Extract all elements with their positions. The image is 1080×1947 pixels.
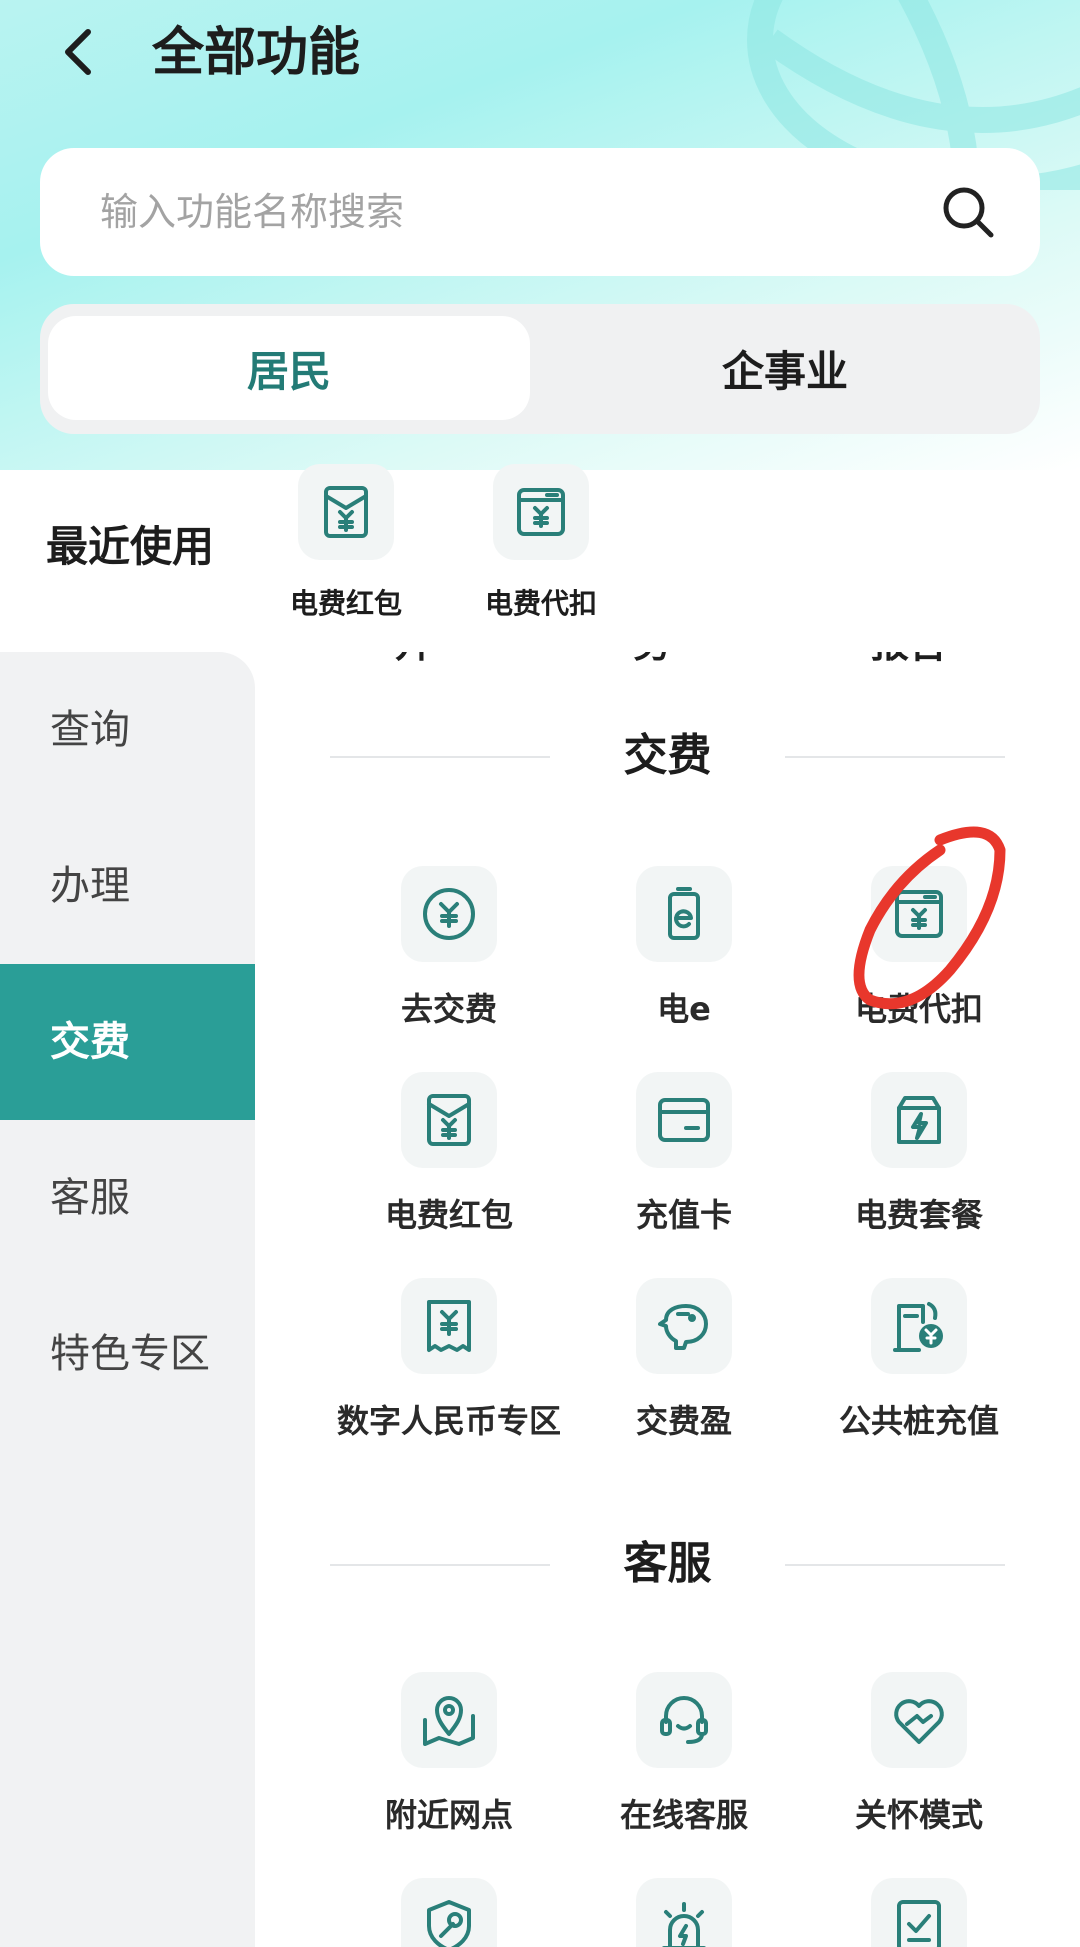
map-pin-icon bbox=[423, 1696, 475, 1746]
sidebar-item-query[interactable]: 查询 bbox=[0, 652, 255, 808]
clipped-label: 升 bbox=[395, 652, 433, 666]
page-title: 全部功能 bbox=[152, 23, 361, 83]
yuan-coin-icon bbox=[423, 888, 475, 940]
red-packet-icon bbox=[324, 486, 368, 538]
auto-deduct-icon bbox=[517, 488, 565, 536]
receipt-yuan-icon bbox=[427, 1300, 471, 1352]
sidebar-item-customer-service[interactable]: 客服 bbox=[0, 1120, 255, 1276]
alarm-bolt-icon bbox=[662, 1902, 706, 1947]
piggy-bank-icon bbox=[658, 1304, 708, 1350]
search-bar[interactable]: 输入功能名称搜索 bbox=[40, 148, 1040, 276]
document-check-icon bbox=[897, 1900, 941, 1947]
tab-resident[interactable]: 居民 bbox=[48, 316, 530, 420]
sidebar-item-payment[interactable]: 交费 bbox=[0, 964, 255, 1120]
section-title-customer-service: 客服 bbox=[623, 1538, 712, 1589]
function-grid: 升 务 报告 交费 去交费 电e bbox=[255, 652, 1080, 1947]
battery-e-icon bbox=[668, 887, 700, 940]
clipped-label: 报告 bbox=[871, 652, 947, 666]
user-type-tabs: 居民 企事业 bbox=[40, 304, 1040, 434]
recent-item-label: 电费红包 bbox=[289, 587, 402, 620]
sidebar-item-handle[interactable]: 办理 bbox=[0, 808, 255, 964]
search-input[interactable]: 输入功能名称搜索 bbox=[100, 188, 404, 236]
recent-item-auto-deduct[interactable]: 电费代扣 bbox=[441, 464, 641, 634]
shield-wrench-icon bbox=[427, 1900, 471, 1947]
sidebar-item-featured-zone[interactable]: 特色专区 bbox=[0, 1276, 255, 1432]
section-title-payment: 交费 bbox=[623, 730, 712, 781]
back-arrow-icon[interactable] bbox=[50, 22, 110, 82]
headset-icon bbox=[660, 1696, 708, 1744]
card-icon bbox=[658, 1098, 710, 1142]
category-sidebar: 查询 办理 交费 客服 特色专区 bbox=[0, 652, 255, 1947]
package-bolt-icon bbox=[897, 1096, 941, 1144]
heart-hands-icon bbox=[894, 1699, 944, 1744]
red-packet-icon bbox=[427, 1094, 471, 1146]
charging-pile-icon bbox=[893, 1302, 943, 1352]
recent-item-red-packet[interactable]: 电费红包 bbox=[246, 464, 446, 634]
header: 全部功能 bbox=[0, 0, 1080, 110]
tab-enterprise[interactable]: 企事业 bbox=[540, 316, 1030, 420]
clipped-label: 务 bbox=[633, 652, 671, 666]
search-icon[interactable] bbox=[938, 182, 998, 242]
recent-item-label: 电费代扣 bbox=[484, 587, 597, 620]
recent-used-label: 最近使用 bbox=[46, 522, 215, 571]
auto-deduct-icon bbox=[895, 890, 943, 938]
